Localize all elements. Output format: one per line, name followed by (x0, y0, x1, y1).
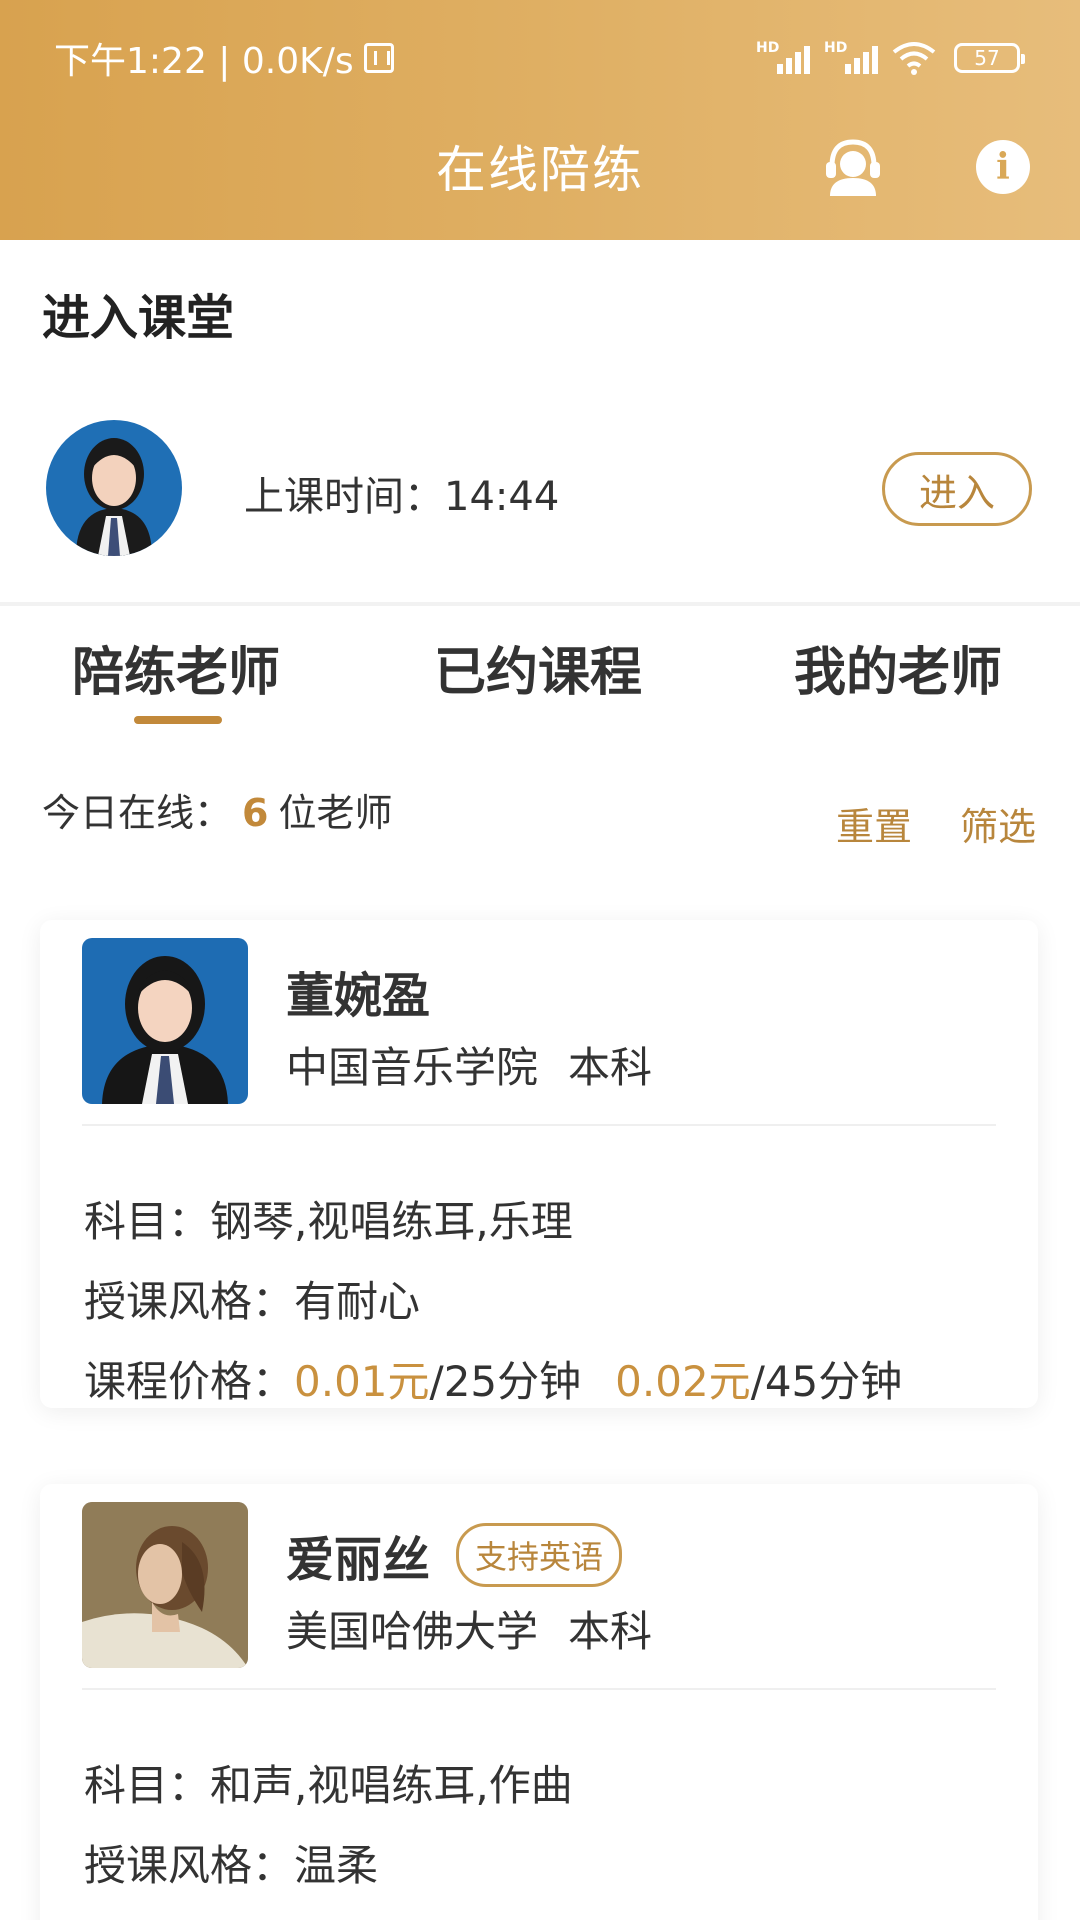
teacher-school: 美国哈佛大学 本科 (286, 1598, 652, 1659)
teacher-card[interactable]: 董婉盈 中国音乐学院 本科 科目：钢琴,视唱练耳,乐理 授课风格：有耐心 课程价格… (40, 920, 1038, 1408)
teacher-name-text: 董婉盈 (286, 968, 431, 1024)
wifi-icon (892, 42, 936, 75)
style-line: 授课风格：温柔 (84, 1832, 378, 1893)
card-divider (82, 1688, 996, 1690)
subjects-value: 钢琴,视唱练耳,乐理 (210, 1197, 573, 1246)
tab-practice-teachers[interactable]: 陪练老师 (72, 630, 280, 705)
school-name: 中国音乐学院 (286, 1043, 539, 1092)
style-line: 授课风格：有耐心 (84, 1268, 420, 1329)
card-divider (82, 1124, 996, 1126)
battery-level: 57 (974, 46, 1000, 70)
online-count: 6 (242, 791, 269, 835)
tab-bar: 陪练老师 已约课程 我的老师 (0, 620, 1080, 730)
filter-button[interactable]: 筛选 (960, 796, 1036, 851)
active-tab-indicator (134, 716, 222, 724)
teacher-school: 中国音乐学院 本科 (286, 1034, 652, 1095)
price-25min: 0.01元 (294, 1357, 430, 1406)
upcoming-class-row: 上课时间：14:44 进入 (46, 420, 1036, 556)
teacher-name: 爱丽丝 支持英语 (286, 1520, 623, 1590)
online-count-row: 今日在线： 6 位老师 (42, 782, 392, 837)
teacher-card[interactable]: 爱丽丝 支持英语 美国哈佛大学 本科 科目：和声,视唱练耳,作曲 授课风格：温柔 (40, 1484, 1038, 1920)
style-value: 温柔 (294, 1841, 379, 1890)
section-title-enter-class: 进入课堂 (42, 290, 235, 346)
style-label: 授课风格： (84, 1841, 295, 1890)
reset-button[interactable]: 重置 (836, 796, 912, 851)
teacher-name-text: 爱丽丝 (286, 1532, 431, 1588)
page-title: 在线陪练 (436, 141, 644, 199)
degree: 本科 (568, 1607, 653, 1656)
subjects-label: 科目： (84, 1197, 211, 1246)
subjects-line: 科目：和声,视唱练耳,作曲 (84, 1752, 573, 1813)
teacher-photo (82, 1502, 248, 1668)
price-45min: 0.02元 (615, 1357, 751, 1406)
online-suffix: 位老师 (278, 791, 393, 835)
nfc-icon (363, 43, 394, 73)
teacher-avatar (46, 420, 182, 556)
battery-icon: 57 (954, 43, 1025, 73)
subjects-value: 和声,视唱练耳,作曲 (210, 1761, 573, 1810)
customer-service-icon[interactable] (822, 136, 884, 198)
teacher-name: 董婉盈 (286, 956, 430, 1026)
style-value: 有耐心 (294, 1277, 421, 1326)
hd-signal-icon-2: HD (824, 40, 878, 76)
class-time: 上课时间：14:44 (244, 464, 559, 522)
duration-25min: /25分钟 (429, 1357, 582, 1406)
enter-class-button[interactable]: 进入 (882, 452, 1032, 526)
subjects-line: 科目：钢琴,视唱练耳,乐理 (84, 1188, 573, 1249)
degree: 本科 (568, 1043, 653, 1092)
app-header: 下午1:22 | 0.0K/s HD HD 57 在线陪练 i (0, 0, 1080, 240)
status-right: HD HD 57 (756, 40, 1025, 76)
duration-45min: /45分钟 (750, 1357, 903, 1406)
style-label: 授课风格： (84, 1277, 295, 1326)
status-left: 下午1:22 | 0.0K/s (54, 32, 394, 84)
tab-my-teachers[interactable]: 我的老师 (794, 630, 1002, 705)
subjects-label: 科目： (84, 1761, 211, 1810)
hd-signal-icon: HD (756, 40, 810, 76)
online-prefix: 今日在线： (42, 791, 233, 835)
class-time-value: 14:44 (444, 474, 560, 520)
english-support-badge: 支持英语 (456, 1523, 623, 1587)
teacher-photo (82, 938, 248, 1104)
status-time-speed: 下午1:22 | 0.0K/s (54, 41, 354, 82)
school-name: 美国哈佛大学 (286, 1607, 539, 1656)
tab-booked-courses[interactable]: 已约课程 (434, 630, 642, 705)
info-icon[interactable]: i (976, 140, 1030, 194)
status-bar: 下午1:22 | 0.0K/s HD HD 57 (54, 30, 1025, 86)
price-label: 课程价格： (84, 1357, 295, 1406)
class-time-label: 上课时间： (244, 474, 444, 520)
price-line: 课程价格：0.01元/25分钟 0.02元/45分钟 (84, 1348, 902, 1409)
section-divider (0, 602, 1080, 606)
